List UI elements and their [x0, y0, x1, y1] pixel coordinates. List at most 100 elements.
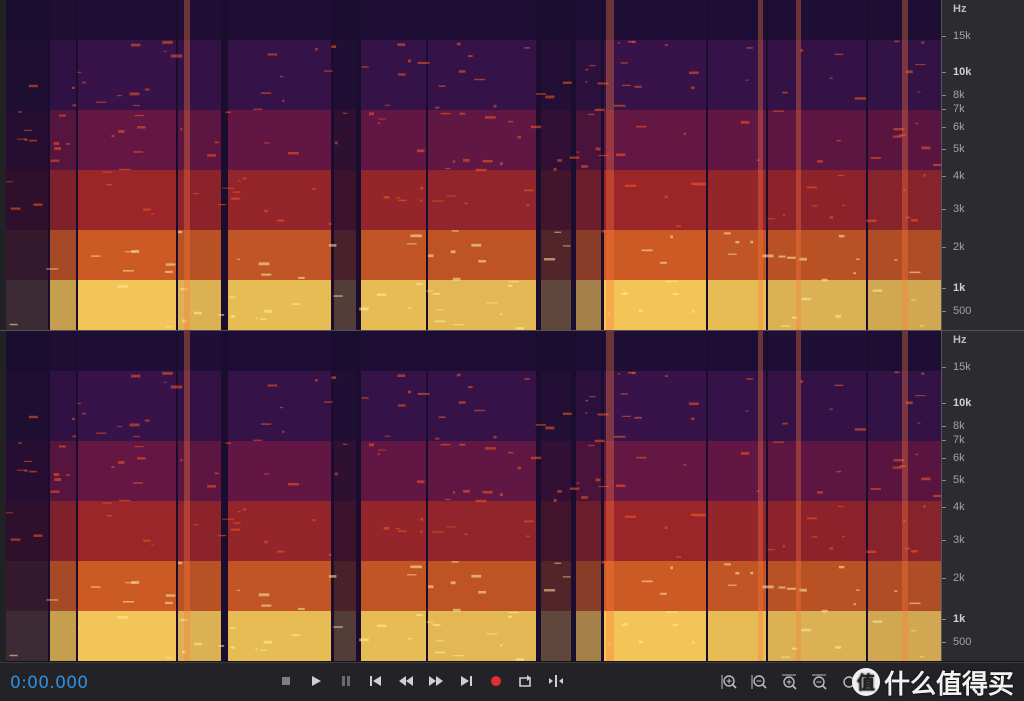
spectral-streak [151, 544, 154, 545]
spectral-band [50, 280, 76, 330]
channel-bottom[interactable]: Hz 15k10k8k7k6k5k4k3k2k1k500 [0, 331, 1024, 661]
spectral-streak [457, 374, 461, 377]
spectral-band [6, 611, 48, 661]
stop-button[interactable] [276, 671, 296, 691]
spectral-streak [428, 254, 433, 257]
spectrogram-top[interactable] [6, 0, 941, 330]
zoom-in-amplitude-button[interactable] [719, 672, 739, 692]
spectral-band [576, 561, 601, 611]
spectral-streak [602, 230, 606, 233]
spectral-band [50, 611, 76, 661]
spectral-band [428, 40, 536, 110]
zoom-out-time-button[interactable] [809, 672, 829, 692]
spectral-streak [782, 423, 787, 425]
spectral-streak [231, 315, 235, 317]
spectral-streak [441, 113, 451, 115]
spectral-band [6, 230, 48, 280]
spectral-streak [420, 199, 422, 202]
spectral-streak [855, 97, 866, 100]
rewind-icon [398, 675, 414, 687]
spectral-band [604, 110, 706, 170]
spectral-frequency-editor[interactable]: Hz 15k10k8k7k6k5k4k3k2k1k500 Hz 15k10k8k… [0, 0, 1024, 662]
spectrogram-bottom[interactable] [6, 331, 941, 661]
spectral-streak [838, 506, 844, 507]
spectral-streak [676, 225, 681, 227]
record-button[interactable] [486, 671, 506, 691]
spectral-streak [433, 531, 444, 532]
rewind-button[interactable] [396, 671, 416, 691]
spectral-streak [634, 417, 642, 419]
spectral-streak [369, 443, 374, 446]
spectral-streak [691, 86, 694, 89]
spectral-streak [243, 177, 246, 179]
spectral-streak [807, 517, 817, 519]
spectral-band [78, 501, 176, 561]
spectral-band [708, 371, 766, 441]
spectral-streak [259, 262, 270, 265]
spectral-streak [264, 310, 272, 313]
spectral-streak [331, 376, 336, 379]
spectral-band [78, 0, 176, 40]
spectral-streak [123, 601, 134, 603]
time-display[interactable]: 0:00.000 [10, 673, 88, 693]
go-to-end-button[interactable] [456, 671, 476, 691]
ruler-label: 5k [953, 143, 965, 155]
spectral-streak [261, 274, 271, 276]
spectral-streak [329, 554, 332, 556]
spectral-streak [135, 446, 144, 447]
spectral-streak [783, 214, 785, 216]
spectral-streak [433, 624, 441, 626]
ruler-label: 6k [953, 452, 965, 464]
spectral-band [708, 110, 766, 170]
spectral-band [428, 561, 536, 611]
spectral-streak [893, 467, 902, 469]
transient-line [606, 0, 614, 330]
spectral-streak [735, 241, 739, 243]
spectral-band [334, 280, 356, 330]
spectral-streak [589, 396, 595, 397]
zoom-out-amplitude-button[interactable] [749, 672, 769, 692]
spectral-streak [762, 254, 773, 257]
zoom-in-time-button[interactable] [779, 672, 799, 692]
spectral-band [541, 170, 571, 230]
spectral-streak [585, 400, 588, 402]
skip-back-icon [369, 675, 383, 687]
spectral-streak [164, 51, 167, 52]
spectral-band [228, 611, 331, 661]
spectral-streak [359, 308, 369, 311]
go-to-start-button[interactable] [366, 671, 386, 691]
skip-selection-button[interactable] [546, 671, 566, 691]
spectral-streak [171, 386, 182, 389]
spectral-streak [787, 588, 796, 590]
channel-top[interactable]: Hz 15k10k8k7k6k5k4k3k2k1k500 [0, 0, 1024, 330]
spectral-streak [417, 480, 424, 483]
pause-icon [340, 675, 352, 687]
spectral-streak [131, 44, 140, 47]
spectral-band [541, 501, 571, 561]
spectral-streak [103, 172, 113, 173]
spectral-band [541, 371, 571, 441]
loop-button[interactable] [516, 671, 536, 691]
spectral-streak [773, 442, 784, 443]
fast-forward-button[interactable] [426, 671, 446, 691]
spectral-streak [378, 450, 386, 451]
spectral-band [78, 331, 176, 371]
spectral-streak [331, 45, 336, 48]
spectral-band [708, 501, 766, 561]
spectral-streak [91, 586, 100, 587]
spectral-band [50, 501, 76, 561]
spectral-streak [145, 420, 150, 422]
spectral-streak [822, 279, 828, 282]
spectral-streak [746, 47, 753, 49]
spectral-streak [417, 149, 424, 152]
spectral-streak [642, 580, 653, 582]
spectral-band [334, 0, 356, 40]
spectral-streak [447, 526, 456, 527]
spectral-streak [397, 374, 405, 377]
pause-button[interactable] [336, 671, 356, 691]
spectral-streak [407, 243, 417, 244]
spectral-streak [72, 87, 75, 89]
spectral-streak [396, 197, 400, 198]
play-button[interactable] [306, 671, 326, 691]
spectral-streak [408, 638, 412, 639]
